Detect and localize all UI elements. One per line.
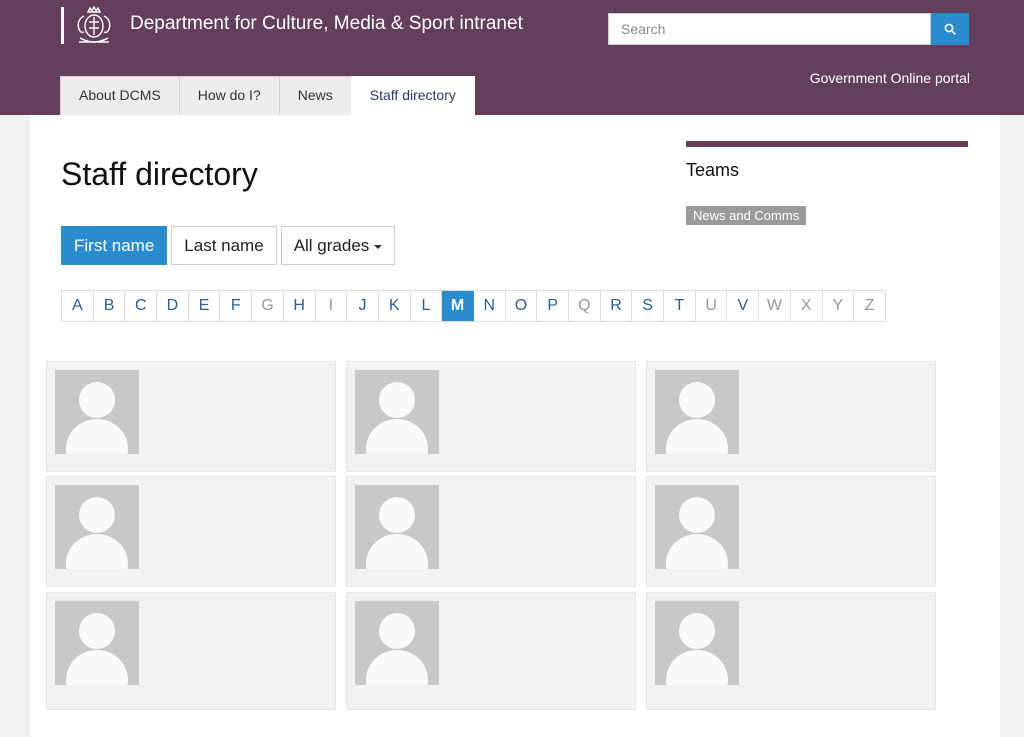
sort-filters: First name Last name All grades (61, 226, 396, 265)
person-placeholder-icon (55, 370, 139, 454)
person-placeholder-icon (355, 370, 439, 454)
letter-u[interactable]: U (696, 291, 728, 321)
avatar-body (366, 419, 428, 454)
letter-m[interactable]: M (442, 291, 474, 321)
main-nav-tabs: About DCMS How do I? News Staff director… (60, 76, 475, 115)
avatar-body (666, 534, 728, 569)
letter-p[interactable]: P (537, 291, 569, 321)
avatar-head (679, 497, 715, 533)
letter-d[interactable]: D (157, 291, 189, 321)
avatar-head (679, 382, 715, 418)
letter-n[interactable]: N (474, 291, 506, 321)
page-title: Staff directory (61, 156, 258, 192)
search-icon (944, 23, 956, 35)
staff-card[interactable] (646, 361, 936, 472)
all-grades-dropdown[interactable]: All grades (280, 226, 396, 265)
avatar-body (366, 650, 428, 685)
letter-r[interactable]: R (601, 291, 633, 321)
letter-b[interactable]: B (94, 291, 126, 321)
avatar-head (379, 613, 415, 649)
tab-news[interactable]: News (278, 76, 352, 115)
letter-x[interactable]: X (791, 291, 823, 321)
letter-t[interactable]: T (664, 291, 696, 321)
letter-z[interactable]: Z (854, 291, 886, 321)
person-placeholder-icon (55, 485, 139, 569)
letter-a[interactable]: A (62, 291, 94, 321)
person-placeholder-icon (355, 601, 439, 685)
avatar-body (66, 419, 128, 454)
letter-g[interactable]: G (252, 291, 284, 321)
avatar-body (66, 650, 128, 685)
avatar-head (79, 382, 115, 418)
person-placeholder-icon (655, 485, 739, 569)
staff-card[interactable] (346, 592, 636, 710)
teams-heading: Teams (686, 160, 740, 180)
letter-q[interactable]: Q (569, 291, 601, 321)
letter-c[interactable]: C (125, 291, 158, 321)
letter-v[interactable]: V (727, 291, 760, 321)
search-button[interactable] (931, 13, 969, 45)
letter-y[interactable]: Y (823, 291, 855, 321)
caret-down-icon (374, 244, 383, 249)
person-placeholder-icon (655, 601, 739, 685)
letter-f[interactable]: F (220, 291, 253, 321)
staff-card[interactable] (346, 361, 636, 472)
site-title[interactable]: Department for Culture, Media & Sport in… (130, 13, 523, 35)
letter-o[interactable]: O (506, 291, 538, 321)
letter-j[interactable]: J (347, 291, 379, 321)
avatar-head (79, 613, 115, 649)
letter-i[interactable]: I (316, 291, 348, 321)
first-name-button[interactable]: First name (61, 226, 168, 265)
staff-card[interactable] (46, 361, 336, 472)
tab-how-do-i[interactable]: How do I? (178, 76, 280, 115)
letter-s[interactable]: S (632, 291, 665, 321)
letter-e[interactable]: E (189, 291, 221, 321)
avatar-head (679, 613, 715, 649)
staff-card[interactable] (346, 476, 636, 587)
letter-k[interactable]: K (379, 291, 411, 321)
staff-card[interactable] (46, 476, 336, 587)
staff-card[interactable] (646, 592, 936, 710)
letter-w[interactable]: W (759, 291, 791, 321)
staff-card[interactable] (46, 592, 336, 710)
avatar-head (379, 497, 415, 533)
avatar-body (666, 650, 728, 685)
staff-card[interactable] (646, 476, 936, 587)
crest-divider (61, 7, 64, 44)
alphabet-filter: ABCDEFGHIJKLMNOPQRSTUVWXYZ (61, 290, 886, 322)
last-name-button[interactable]: Last name (171, 226, 277, 265)
all-grades-label: All grades (293, 236, 370, 255)
letter-h[interactable]: H (284, 291, 316, 321)
sidebar-rule (686, 141, 968, 147)
person-placeholder-icon (655, 370, 739, 454)
person-placeholder-icon (55, 601, 139, 685)
avatar-head (379, 382, 415, 418)
avatar-body (666, 419, 728, 454)
avatar-head (79, 497, 115, 533)
letter-l[interactable]: L (411, 291, 443, 321)
government-online-portal-link[interactable]: Government Online portal (810, 70, 970, 86)
avatar-body (66, 534, 128, 569)
site-header: Department for Culture, Media & Sport in… (0, 0, 1024, 115)
tab-staff-directory[interactable]: Staff directory (350, 76, 475, 115)
avatar-body (366, 534, 428, 569)
tab-about-dcms[interactable]: About DCMS (60, 76, 180, 115)
team-tag-news-and-comms[interactable]: News and Comms (686, 206, 807, 225)
royal-crest-icon[interactable] (71, 6, 117, 46)
search-input[interactable] (608, 13, 931, 45)
person-placeholder-icon (355, 485, 439, 569)
